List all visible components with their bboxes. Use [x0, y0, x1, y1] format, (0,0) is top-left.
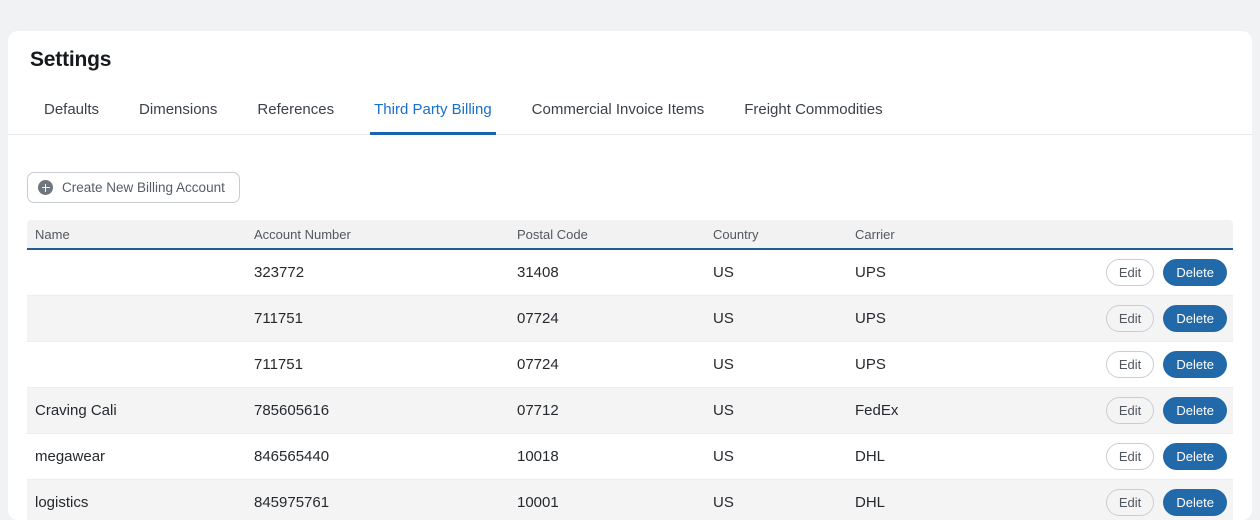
cell-postal-code: 10001: [509, 480, 705, 520]
table-row: 323772 31408 US UPS Edit Delete: [27, 250, 1233, 296]
cell-carrier: UPS: [847, 250, 1097, 296]
cell-account-number: 846565440: [246, 434, 509, 480]
edit-button[interactable]: Edit: [1105, 489, 1155, 516]
cell-name: Craving Cali: [27, 388, 246, 434]
table-row: megawear 846565440 10018 US DHL Edit Del…: [27, 434, 1233, 480]
tab-defaults[interactable]: Defaults: [40, 101, 103, 135]
cell-postal-code: 31408: [509, 250, 705, 296]
column-header-name: Name: [27, 220, 246, 250]
cell-postal-code: 07724: [509, 296, 705, 342]
cell-account-number: 845975761: [246, 480, 509, 520]
billing-table-body: 323772 31408 US UPS Edit Delete 711751 0…: [27, 250, 1233, 520]
cell-actions: Edit Delete: [1097, 480, 1233, 520]
cell-name: [27, 296, 246, 342]
column-header-carrier: Carrier: [847, 220, 1097, 250]
column-header-postal-code: Postal Code: [509, 220, 705, 250]
edit-button[interactable]: Edit: [1105, 305, 1155, 332]
tab-third-party-billing[interactable]: Third Party Billing: [370, 101, 496, 135]
table-row: 711751 07724 US UPS Edit Delete: [27, 296, 1233, 342]
cell-actions: Edit Delete: [1097, 296, 1233, 342]
table-header-row: Name Account Number Postal Code Country …: [27, 220, 1233, 250]
billing-accounts-table: Name Account Number Postal Code Country …: [27, 220, 1233, 520]
edit-button[interactable]: Edit: [1105, 259, 1155, 286]
page-title: Settings: [30, 48, 112, 71]
edit-button[interactable]: Edit: [1105, 351, 1155, 378]
delete-button[interactable]: Delete: [1163, 305, 1227, 332]
cell-actions: Edit Delete: [1097, 250, 1233, 296]
delete-button[interactable]: Delete: [1163, 489, 1227, 516]
cell-carrier: DHL: [847, 434, 1097, 480]
cell-carrier: FedEx: [847, 388, 1097, 434]
cell-carrier: DHL: [847, 480, 1097, 520]
delete-button[interactable]: Delete: [1163, 443, 1227, 470]
cell-actions: Edit Delete: [1097, 434, 1233, 480]
tab-freight-commodities[interactable]: Freight Commodities: [740, 101, 886, 135]
cell-name: [27, 250, 246, 296]
settings-card: Settings Defaults Dimensions References …: [8, 31, 1252, 520]
cell-name: megawear: [27, 434, 246, 480]
create-new-billing-account-button[interactable]: Create New Billing Account: [27, 172, 240, 203]
cell-name: [27, 342, 246, 388]
column-header-actions: [1097, 220, 1233, 250]
column-header-country: Country: [705, 220, 847, 250]
cell-carrier: UPS: [847, 296, 1097, 342]
edit-button[interactable]: Edit: [1105, 443, 1155, 470]
cell-country: US: [705, 434, 847, 480]
cell-account-number: 785605616: [246, 388, 509, 434]
cell-name: logistics: [27, 480, 246, 520]
delete-button[interactable]: Delete: [1163, 397, 1227, 424]
cell-account-number: 711751: [246, 342, 509, 388]
edit-button[interactable]: Edit: [1105, 397, 1155, 424]
table-row: Craving Cali 785605616 07712 US FedEx Ed…: [27, 388, 1233, 434]
cell-country: US: [705, 296, 847, 342]
settings-tab-bar: Defaults Dimensions References Third Par…: [8, 101, 1252, 135]
column-header-account-number: Account Number: [246, 220, 509, 250]
cell-postal-code: 10018: [509, 434, 705, 480]
plus-circle-icon: [38, 180, 53, 195]
tab-references[interactable]: References: [253, 101, 338, 135]
delete-button[interactable]: Delete: [1163, 351, 1227, 378]
tab-commercial-invoice-items[interactable]: Commercial Invoice Items: [528, 101, 709, 135]
table-row: 711751 07724 US UPS Edit Delete: [27, 342, 1233, 388]
cell-country: US: [705, 388, 847, 434]
delete-button[interactable]: Delete: [1163, 259, 1227, 286]
cell-carrier: UPS: [847, 342, 1097, 388]
cell-actions: Edit Delete: [1097, 388, 1233, 434]
create-button-label: Create New Billing Account: [62, 180, 225, 195]
cell-account-number: 711751: [246, 296, 509, 342]
tab-dimensions[interactable]: Dimensions: [135, 101, 221, 135]
cell-postal-code: 07724: [509, 342, 705, 388]
table-row: logistics 845975761 10001 US DHL Edit De…: [27, 480, 1233, 520]
cell-country: US: [705, 480, 847, 520]
cell-country: US: [705, 342, 847, 388]
cell-country: US: [705, 250, 847, 296]
cell-postal-code: 07712: [509, 388, 705, 434]
cell-account-number: 323772: [246, 250, 509, 296]
cell-actions: Edit Delete: [1097, 342, 1233, 388]
